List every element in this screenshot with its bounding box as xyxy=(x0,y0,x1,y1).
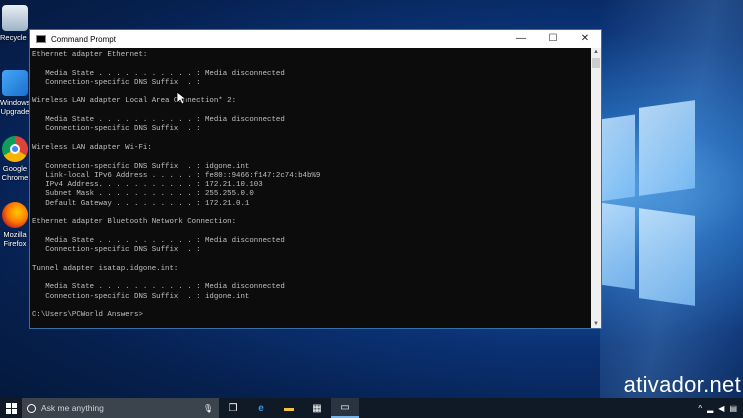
cortana-icon xyxy=(27,403,36,413)
system-tray: ^ ▂ ◀ ▤ xyxy=(698,404,743,413)
console-line: Wireless LAN adapter Wi-Fi: xyxy=(32,143,152,152)
vertical-scrollbar[interactable]: ▲ ▼ xyxy=(591,48,601,328)
console-line: Connection-specific DNS Suffix . : idgon… xyxy=(32,162,250,171)
maximize-button[interactable]: ☐ xyxy=(537,30,569,48)
recycle-bin-icon xyxy=(2,5,28,31)
console-line: C:\Users\PCWorld Answers> xyxy=(32,311,143,320)
title-bar[interactable]: Command Prompt — ☐ ✕ xyxy=(30,30,601,48)
console-line: Media State . . . . . . . . . . . : Medi… xyxy=(32,116,285,125)
scroll-down-arrow-icon[interactable]: ▼ xyxy=(591,320,601,328)
show-hidden-icons-icon[interactable]: ^ xyxy=(698,404,702,413)
console-line: Connection-specific DNS Suffix . : xyxy=(32,78,201,87)
chrome-icon xyxy=(2,136,28,162)
console-line: Media State . . . . . . . . . . . : Medi… xyxy=(32,283,285,292)
file-explorer-icon[interactable]: ▬ xyxy=(275,398,303,418)
cortana-search-box[interactable]: Ask me anything 🎙 xyxy=(22,398,219,418)
taskbar: Ask me anything 🎙 ❐ e ▬ ▦ ▭ ^ ▂ ◀ ▤ xyxy=(0,398,743,418)
close-button[interactable]: ✕ xyxy=(569,30,601,48)
scrollbar-thumb[interactable] xyxy=(592,58,600,68)
console-line: Tunnel adapter isatap.idgone.int: xyxy=(32,264,179,273)
console-output[interactable]: Ethernet adapter Ethernet: Media State .… xyxy=(30,48,591,328)
minimize-button[interactable]: — xyxy=(505,30,537,48)
desktop-icon-windows-upgrade[interactable]: Windows Upgrade xyxy=(0,70,30,116)
watermark-text: ativador.net xyxy=(623,372,741,397)
mouse-pointer-icon xyxy=(176,91,186,105)
store-icon[interactable]: ▦ xyxy=(303,398,331,418)
console-line: Wireless LAN adapter Local Area Connecti… xyxy=(32,97,237,106)
search-placeholder: Ask me anything xyxy=(41,403,104,413)
console-line: IPv4 Address. . . . . . . . . . . : 172.… xyxy=(32,181,263,190)
console-line: Ethernet adapter Bluetooth Network Conne… xyxy=(32,218,237,227)
command-prompt-window[interactable]: Command Prompt — ☐ ✕ Ethernet adapter Et… xyxy=(29,29,602,329)
desktop-icon-google-chrome[interactable]: Google Chrome xyxy=(0,136,30,182)
volume-icon[interactable]: ◀ xyxy=(718,404,724,413)
command-prompt-taskbar-icon[interactable]: ▭ xyxy=(331,398,359,418)
console-line: Connection-specific DNS Suffix . : idgon… xyxy=(32,292,250,301)
console-line: Media State . . . . . . . . . . . : Medi… xyxy=(32,69,285,78)
desktop-icon-mozilla-firefox[interactable]: Mozilla Firefox xyxy=(0,202,30,248)
console-line: Subnet Mask . . . . . . . . . . . : 255.… xyxy=(32,190,254,199)
firefox-icon xyxy=(2,202,28,228)
console-line: Link-local IPv6 Address . . . . . : fe80… xyxy=(32,171,321,180)
start-button[interactable] xyxy=(0,398,22,418)
edge-icon[interactable]: e xyxy=(247,398,275,418)
desktop-icon-recycle-bin[interactable]: Recycle B xyxy=(0,5,34,42)
scroll-up-arrow-icon[interactable]: ▲ xyxy=(591,48,601,56)
window-title: Command Prompt xyxy=(51,34,116,44)
notification-icon[interactable]: ▤ xyxy=(729,404,737,413)
console-line: Default Gateway . . . . . . . . . : 172.… xyxy=(32,199,250,208)
console-line: Media State . . . . . . . . . . . : Medi… xyxy=(32,236,285,245)
command-prompt-icon xyxy=(36,35,46,43)
task-view-icon[interactable]: ❐ xyxy=(219,398,247,418)
console-line: Connection-specific DNS Suffix . : xyxy=(32,125,201,134)
network-icon[interactable]: ▂ xyxy=(707,404,713,413)
windows-start-icon xyxy=(5,402,17,414)
microphone-icon[interactable]: 🎙 xyxy=(203,404,213,413)
console-line: Ethernet adapter Ethernet: xyxy=(32,51,148,59)
windows-upgrade-icon xyxy=(2,70,28,96)
console-line: Connection-specific DNS Suffix . : xyxy=(32,246,201,255)
